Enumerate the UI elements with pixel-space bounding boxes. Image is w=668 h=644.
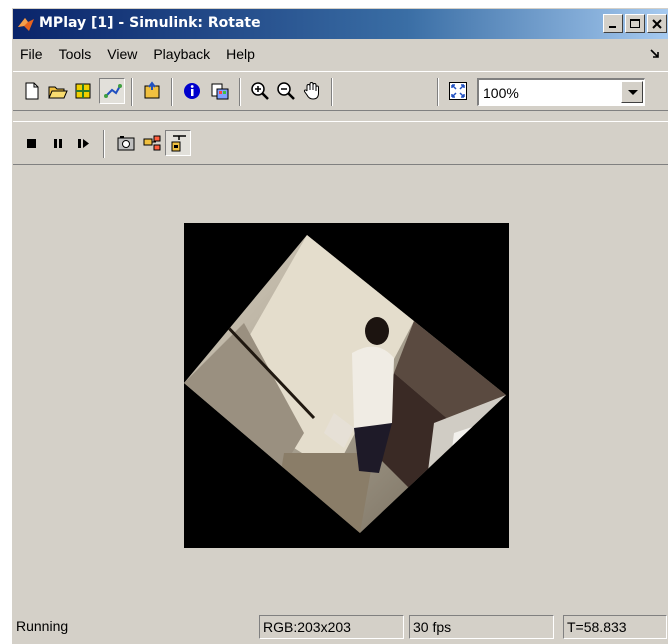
maximize-button[interactable] [625,14,645,33]
zoom-in-icon [251,82,269,100]
open-button[interactable] [45,78,71,104]
minimize-icon [609,26,616,28]
menu-tools[interactable]: Tools [51,43,100,65]
toolbar-separator [331,78,333,106]
minimize-button[interactable] [603,14,623,33]
open-icon [48,86,68,99]
connect-button[interactable] [99,78,125,104]
menu-file[interactable]: File [13,43,51,65]
pan-hand-icon [303,81,319,100]
toolbar-separator [131,78,133,106]
menu-help[interactable]: Help [218,43,263,65]
video-viewport[interactable] [13,167,668,603]
step-forward-button[interactable] [71,130,97,156]
toolbar-separator [239,78,241,106]
close-icon [652,19,662,29]
playback-toolbar [13,121,668,165]
toolbar-separator [103,130,105,158]
zoom-dropdown-button[interactable] [621,81,643,103]
zoom-value: 100% [483,85,519,101]
zoom-out-icon [277,82,295,100]
snapshot-button[interactable] [113,130,139,156]
pause-button[interactable] [45,130,71,156]
menu-playback[interactable]: Playback [145,43,218,65]
export-button[interactable] [71,78,97,104]
info-icon [184,83,200,99]
open-simulink-icon [144,81,160,99]
status-state: Running [16,618,69,634]
fit-to-window-button[interactable] [445,78,471,104]
toolbar-separator [171,78,173,106]
matlab-logo-icon [18,18,34,31]
stop-button[interactable] [19,130,45,156]
floating-scope-icon [171,135,186,152]
maximize-icon [630,19,640,28]
main-toolbar: 100% [13,71,668,111]
status-rate: 30 fps [409,615,554,639]
highlight-block-button[interactable] [139,130,165,156]
connect-icon [104,84,122,98]
status-bar: Running RGB:203x203 30 fps T=58.833 [13,607,668,643]
new-button[interactable] [19,78,45,104]
info-button[interactable] [179,78,205,104]
pause-icon [54,139,62,148]
fit-to-window-icon [449,82,467,100]
colormap-button[interactable] [207,78,233,104]
menu-view[interactable]: View [99,43,145,65]
step-forward-icon [78,139,89,148]
toolbar-separator [437,78,439,106]
close-button[interactable] [647,14,667,33]
zoom-out-button[interactable] [273,78,299,104]
zoom-select[interactable]: 100% [477,78,645,106]
window-title: MPlay [1] - Simulink: Rotate [39,15,261,31]
stop-icon [27,139,36,148]
title-bar[interactable]: MPlay [1] - Simulink: Rotate [13,9,668,39]
highlight-block-icon [143,135,161,151]
status-format: RGB:203x203 [259,615,404,639]
colormap-icon [211,83,229,100]
chevron-down-icon [628,90,638,95]
dock-arrow-icon[interactable] [649,48,661,60]
rotated-video-image [184,235,506,533]
zoom-in-button[interactable] [247,78,273,104]
mplay-window: MPlay [1] - Simulink: Rotate File Tools … [12,8,668,644]
export-icon [75,83,91,99]
pan-button[interactable] [299,78,325,104]
new-icon [25,82,39,100]
menu-bar: File Tools View Playback Help [13,40,668,68]
status-time: T=58.833 [563,615,667,639]
floating-scope-button[interactable] [165,130,191,156]
snapshot-icon [117,136,135,151]
video-frame [184,223,509,548]
open-simulink-button[interactable] [139,78,165,104]
